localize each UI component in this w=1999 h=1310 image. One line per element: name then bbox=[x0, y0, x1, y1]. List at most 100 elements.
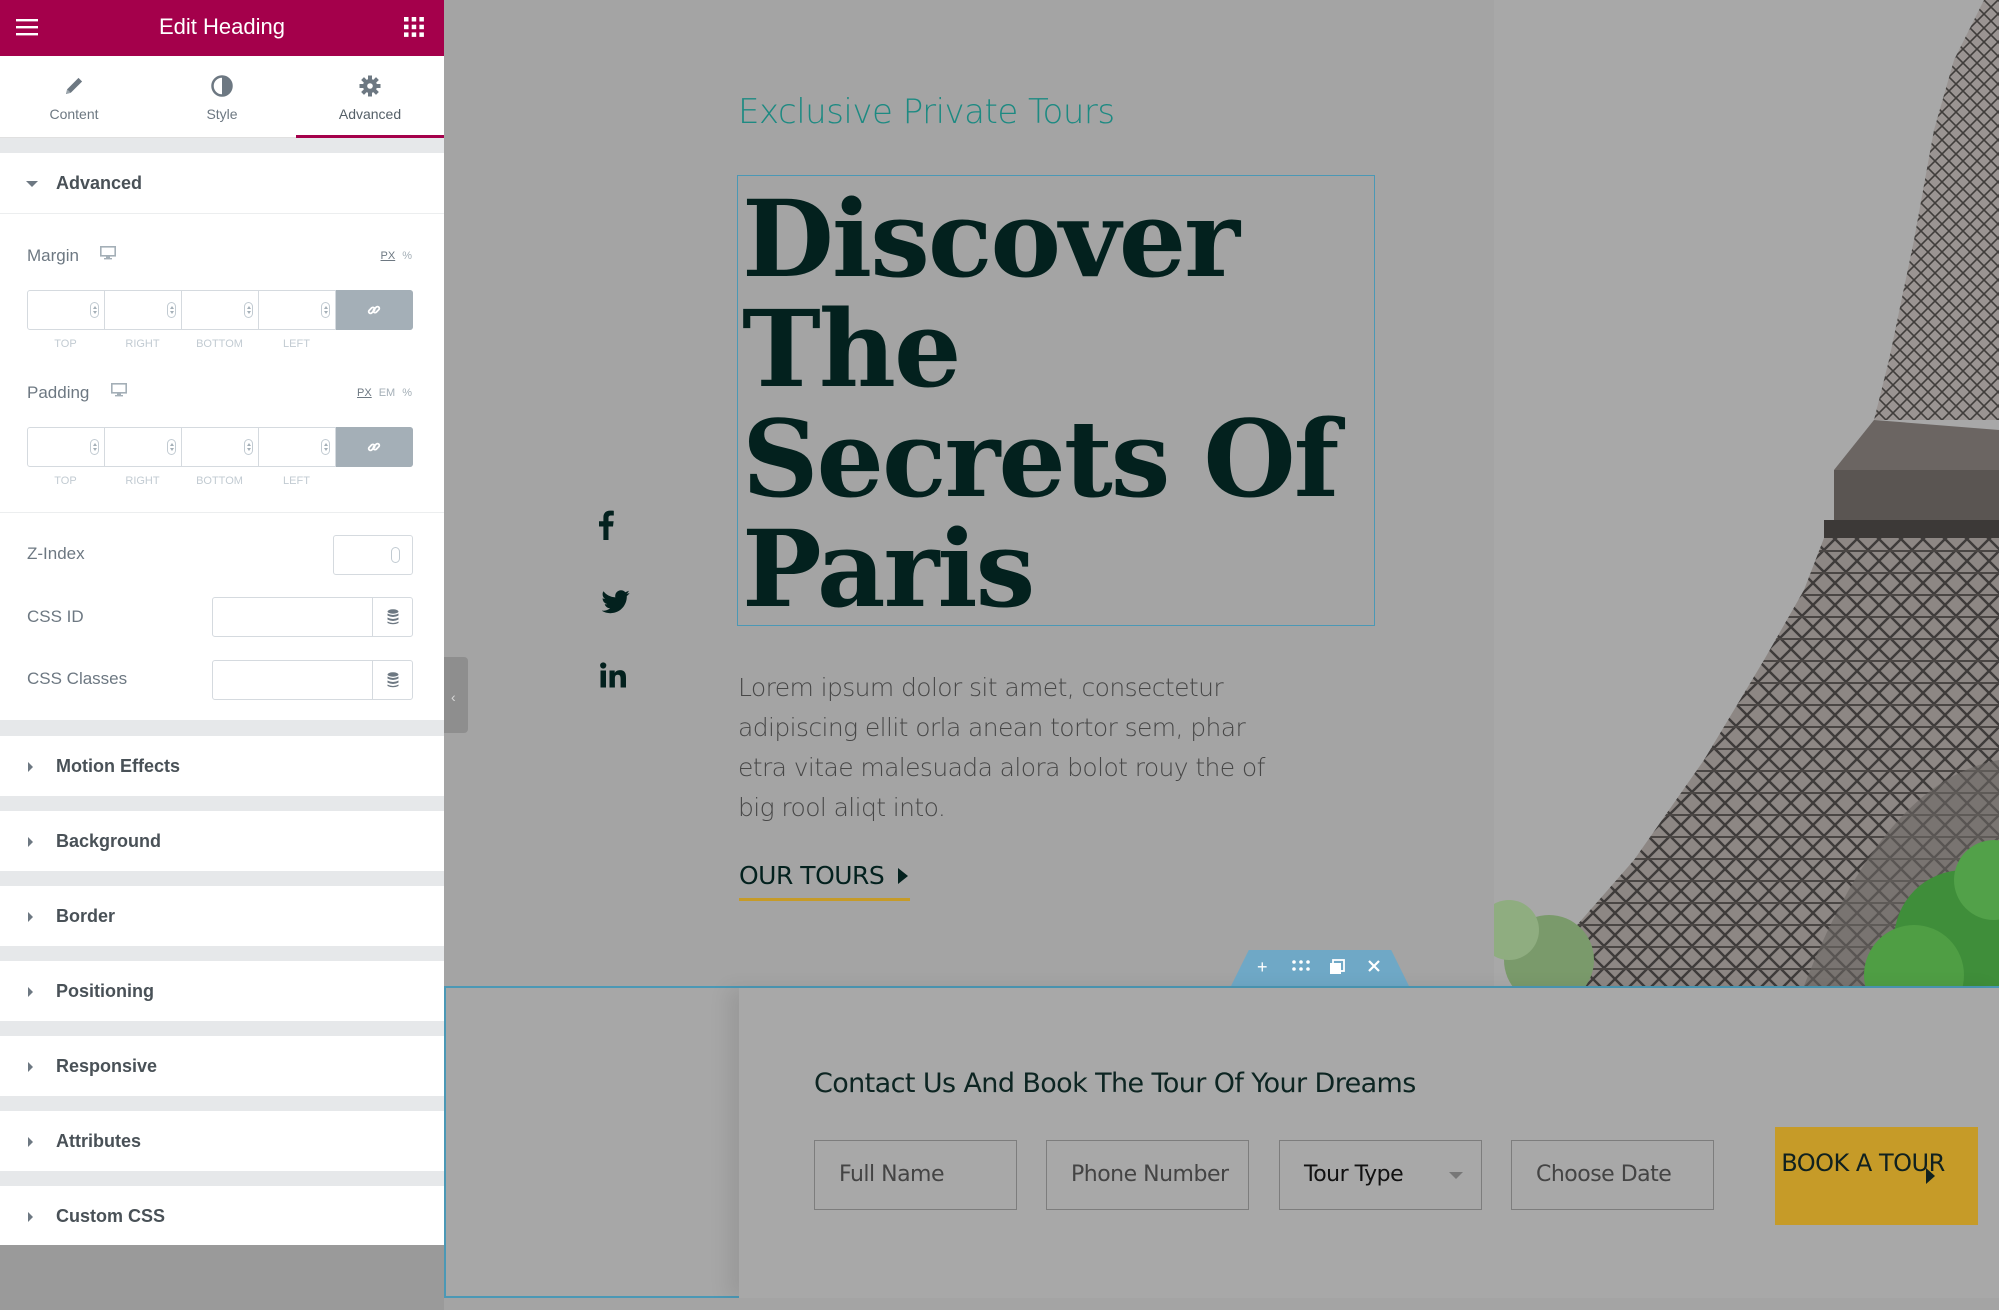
contact-section[interactable]: Contact Us And Book The Tour Of Your Dre… bbox=[444, 986, 1999, 1298]
padding-bottom-input[interactable] bbox=[182, 428, 259, 466]
facebook-icon[interactable] bbox=[598, 510, 614, 540]
section-label: Positioning bbox=[56, 981, 154, 1001]
section-border[interactable]: Border bbox=[0, 886, 444, 946]
padding-units: PX EM% bbox=[350, 387, 412, 399]
dynamic-tags-button[interactable] bbox=[372, 598, 412, 636]
collapse-panel-button[interactable]: ‹ bbox=[444, 657, 468, 733]
spinner-icon[interactable] bbox=[391, 547, 400, 563]
kicker-heading[interactable]: Exclusive Private Tours bbox=[738, 92, 1115, 132]
gear-icon bbox=[358, 74, 382, 98]
section-positioning[interactable]: Positioning bbox=[0, 961, 444, 1021]
delete-section-icon[interactable] bbox=[1367, 959, 1381, 973]
section-advanced-title: Advanced bbox=[56, 173, 143, 193]
spinner-icon[interactable] bbox=[90, 439, 99, 455]
placeholder: Full Name bbox=[839, 1162, 945, 1187]
padding-link-button[interactable] bbox=[336, 427, 413, 467]
section-responsive[interactable]: Responsive bbox=[0, 1036, 444, 1096]
caret-right-icon bbox=[28, 987, 33, 997]
section-attributes[interactable]: Attributes bbox=[0, 1111, 444, 1171]
section-label: Motion Effects bbox=[56, 756, 180, 776]
heading-line: Discover bbox=[742, 176, 1240, 301]
spinner-icon[interactable] bbox=[244, 302, 253, 318]
section-label: Responsive bbox=[56, 1056, 158, 1076]
css-classes-field bbox=[212, 660, 413, 700]
margin-left-label: LEFT bbox=[283, 338, 310, 350]
tab-advanced-label: Advanced bbox=[338, 106, 402, 122]
margin-bottom-input[interactable] bbox=[182, 291, 259, 329]
phone-number-input[interactable]: Phone Number bbox=[1046, 1140, 1249, 1210]
unit-percent[interactable]: % bbox=[402, 387, 412, 399]
our-tours-link[interactable]: OUR TOURS bbox=[739, 861, 911, 901]
caret-right-icon bbox=[28, 1212, 33, 1222]
database-icon bbox=[387, 609, 399, 625]
caret-right-icon bbox=[28, 837, 33, 847]
book-tour-button[interactable]: BOOK A TOUR bbox=[1775, 1127, 1978, 1225]
preview-bottom-gap bbox=[444, 1298, 1999, 1310]
duplicate-icon[interactable] bbox=[1329, 959, 1345, 975]
add-section-icon[interactable]: + bbox=[1257, 957, 1268, 978]
advanced-section-body: Margin PX% TOP RIGHT BOTTOM LEFT Padding… bbox=[0, 213, 444, 720]
margin-left-input[interactable] bbox=[259, 291, 336, 329]
padding-dimensions bbox=[27, 427, 413, 467]
unit-px[interactable]: PX bbox=[381, 250, 396, 262]
tab-style[interactable]: Style bbox=[148, 56, 296, 138]
full-name-input[interactable]: Full Name bbox=[814, 1140, 1017, 1210]
selected-heading-widget[interactable]: Discover The Secrets Of Paris bbox=[737, 175, 1375, 626]
spinner-icon[interactable] bbox=[167, 302, 176, 318]
tour-type-select[interactable]: Tour Type bbox=[1279, 1140, 1482, 1210]
padding-label: Padding bbox=[27, 383, 90, 402]
choose-date-input[interactable]: Choose Date bbox=[1511, 1140, 1714, 1210]
widgets-grid-icon[interactable] bbox=[404, 17, 424, 37]
spinner-icon[interactable] bbox=[90, 302, 99, 318]
section-background[interactable]: Background bbox=[0, 811, 444, 871]
margin-top-label: TOP bbox=[54, 338, 77, 350]
main-heading[interactable]: Discover The Secrets Of Paris bbox=[742, 176, 1339, 631]
z-index-label: Z-Index bbox=[27, 544, 85, 563]
caret-right-icon bbox=[28, 1062, 33, 1072]
linkedin-icon[interactable] bbox=[600, 662, 626, 688]
spinner-icon[interactable] bbox=[321, 439, 330, 455]
tab-advanced[interactable]: Advanced bbox=[296, 56, 444, 138]
half-circle-icon bbox=[210, 74, 234, 98]
padding-top-input[interactable] bbox=[28, 428, 105, 466]
spinner-icon[interactable] bbox=[167, 439, 176, 455]
unit-px[interactable]: PX bbox=[357, 387, 372, 399]
unit-em[interactable]: EM bbox=[379, 387, 396, 399]
book-tour-label: BOOK A TOUR bbox=[1781, 1149, 1945, 1177]
spinner-icon[interactable] bbox=[321, 302, 330, 318]
padding-left-input[interactable] bbox=[259, 428, 336, 466]
section-motion-effects[interactable]: Motion Effects bbox=[0, 736, 444, 796]
tab-content-label: Content bbox=[49, 106, 99, 122]
padding-bottom-label: BOTTOM bbox=[196, 475, 243, 487]
drag-handle-icon[interactable] bbox=[1291, 959, 1311, 973]
twitter-icon[interactable] bbox=[602, 590, 630, 614]
spinner-icon[interactable] bbox=[244, 439, 253, 455]
z-index-input[interactable] bbox=[333, 535, 413, 575]
monitor-icon[interactable] bbox=[100, 246, 116, 260]
panel-footer-area bbox=[0, 1245, 444, 1310]
tab-content[interactable]: Content bbox=[0, 56, 148, 138]
margin-top-input[interactable] bbox=[28, 291, 105, 329]
editor-panel: Edit Heading Content Style Advanced Adva… bbox=[0, 0, 444, 1310]
margin-right-label: RIGHT bbox=[125, 338, 160, 350]
intro-paragraph[interactable]: Lorem ipsum dolor sit amet, consectetur … bbox=[738, 668, 1298, 828]
placeholder: Phone Number bbox=[1071, 1162, 1229, 1187]
our-tours-label: OUR TOURS bbox=[739, 861, 885, 890]
section-advanced-header[interactable]: Advanced bbox=[0, 153, 444, 213]
caret-right-icon bbox=[28, 912, 33, 922]
link-icon bbox=[367, 442, 381, 452]
margin-link-button[interactable] bbox=[336, 290, 413, 330]
section-custom-css[interactable]: Custom CSS bbox=[0, 1186, 444, 1246]
contact-title[interactable]: Contact Us And Book The Tour Of Your Dre… bbox=[814, 1068, 1416, 1099]
unit-percent[interactable]: % bbox=[402, 250, 412, 262]
dynamic-tags-button[interactable] bbox=[372, 661, 412, 699]
monitor-icon[interactable] bbox=[111, 383, 127, 397]
heading-line: Paris bbox=[742, 506, 1035, 631]
padding-right-label: RIGHT bbox=[125, 475, 160, 487]
contact-form-card: Contact Us And Book The Tour Of Your Dre… bbox=[739, 988, 1999, 1298]
padding-right-input[interactable] bbox=[105, 428, 182, 466]
page-preview: Exclusive Private Tours Discover The Sec… bbox=[444, 0, 1999, 1310]
margin-right-input[interactable] bbox=[105, 291, 182, 329]
divider bbox=[0, 512, 444, 513]
database-icon bbox=[387, 672, 399, 688]
